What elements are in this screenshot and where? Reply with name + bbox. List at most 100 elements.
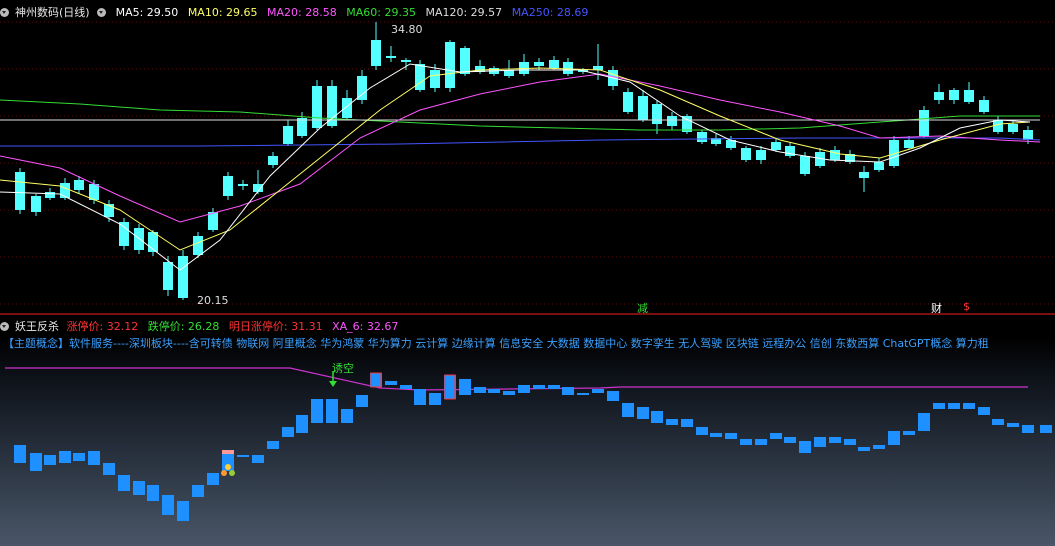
candle-body (163, 262, 173, 290)
ma20-label: MA20: 28.58 (267, 6, 337, 19)
candle-body (741, 148, 751, 160)
candle-body (919, 110, 929, 136)
indicator-bar (488, 389, 500, 393)
candle-body (208, 212, 218, 230)
indicator-bar (948, 403, 960, 409)
candlestick-chart[interactable] (0, 0, 1055, 313)
candle-body (830, 150, 840, 160)
dot-marker (229, 470, 235, 476)
candle-body (297, 118, 307, 136)
indicator-bar (311, 399, 323, 423)
candle-body (31, 196, 41, 212)
candle-body (371, 40, 381, 66)
indicator-bar (784, 437, 796, 443)
indicator-bar (518, 385, 530, 393)
indicator-bar (858, 447, 870, 451)
candle-body (312, 86, 322, 128)
indicator-bar (103, 463, 115, 475)
indicator-bar (30, 453, 42, 471)
candle-body (1008, 124, 1018, 132)
indicator-bar (88, 451, 100, 465)
main-legend: 神州数码(日线) MA5: 29.50 MA10: 29.65 MA20: 28… (0, 4, 594, 20)
indicator-bar (888, 431, 900, 445)
indicator-bar (829, 437, 841, 443)
indicator-bar (118, 475, 130, 491)
indicator-bar (963, 403, 975, 409)
candle-body (223, 176, 233, 196)
candle-body (549, 60, 559, 68)
indicator-bar (503, 391, 515, 395)
indicator-bar (459, 379, 471, 395)
high-price-label: 34.80 (391, 23, 423, 36)
indicator-bar (978, 407, 990, 415)
indicator-bar (607, 391, 619, 401)
candle-body (415, 64, 425, 90)
indicator-bar (356, 395, 368, 407)
indicator-bar (577, 393, 589, 395)
candle-body (771, 142, 781, 150)
indicator-bar (622, 403, 634, 417)
indicator-bar (592, 389, 604, 393)
candle-body (60, 183, 70, 198)
indicator-bar (725, 433, 737, 439)
candle-body (460, 48, 470, 74)
chevron-down-icon[interactable] (0, 322, 9, 331)
indicator-title: 妖王反杀 (15, 320, 59, 333)
candle-body (667, 116, 677, 126)
next-limit-up-label: 明日涨停价: 31.31 (228, 320, 323, 333)
candle-body (238, 184, 248, 186)
signal-label: 诱空 (332, 362, 354, 375)
dividend-marker[interactable]: $ (963, 300, 970, 313)
candle-body (342, 98, 352, 118)
indicator-bar (1007, 423, 1019, 427)
indicator-bar (162, 495, 174, 515)
candle-body (401, 60, 411, 62)
candle-body (993, 120, 1003, 132)
indicator-bar (681, 419, 693, 427)
candle-body (268, 156, 278, 165)
limit-marker (222, 450, 234, 454)
candle-body (652, 104, 662, 124)
chevron-down-icon[interactable] (97, 8, 107, 17)
indicator-bar (252, 455, 264, 463)
candle-body (430, 70, 440, 88)
indicator-bar (474, 387, 486, 393)
indicator-bar (400, 385, 412, 389)
ma60-line (0, 99, 1040, 131)
candle-body (638, 96, 648, 120)
limit-down-label: 跌停价: 26.28 (147, 320, 220, 333)
sub-legend: 妖王反杀 涨停价: 32.12 跌停价: 26.28 明日涨停价: 31.31 … (0, 318, 404, 334)
indicator-bar (73, 453, 85, 461)
indicator-bar (562, 387, 574, 395)
candle-body (859, 172, 869, 178)
indicator-bar (59, 451, 71, 463)
indicator-bar (385, 381, 397, 385)
low-price-label: 20.15 (197, 294, 229, 307)
chevron-down-icon[interactable] (0, 8, 9, 17)
candle-body (74, 180, 84, 190)
candle-body (623, 92, 633, 112)
ma120-label: MA120: 29.57 (425, 6, 503, 19)
main-chart-panel[interactable]: 神州数码(日线) MA5: 29.50 MA10: 29.65 MA20: 28… (0, 0, 1055, 315)
candle-body (979, 100, 989, 112)
ma10-line (0, 67, 1031, 251)
candle-body (283, 126, 293, 144)
candle-body (534, 62, 544, 66)
indicator-bar (548, 385, 560, 389)
candle-body (89, 184, 99, 200)
indicator-bar (282, 427, 294, 437)
indicator-bar (341, 409, 353, 423)
indicator-bar (844, 439, 856, 445)
candle-body (15, 172, 25, 210)
indicator-panel[interactable]: 妖王反杀 涨停价: 32.12 跌停价: 26.28 明日涨停价: 31.31 … (0, 315, 1055, 546)
indicator-bar (770, 433, 782, 439)
candle-body (563, 62, 573, 74)
indicator-bar (370, 373, 382, 387)
ma5-label: MA5: 29.50 (115, 6, 179, 19)
indicator-bar (237, 455, 249, 457)
indicator-bar (44, 455, 56, 465)
candle-body (1023, 130, 1033, 140)
indicator-bar (666, 419, 678, 425)
candle-body (964, 90, 974, 102)
candle-body (904, 140, 914, 148)
